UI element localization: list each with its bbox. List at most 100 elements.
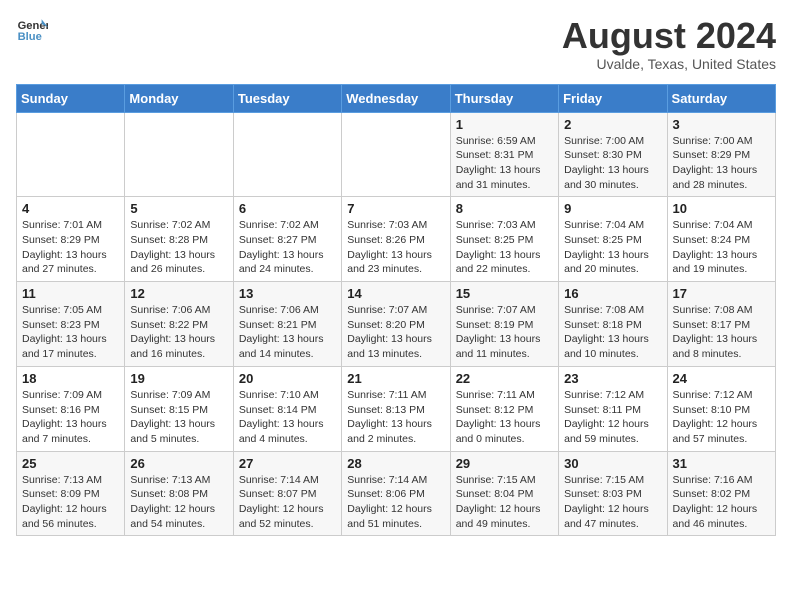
day-info: Sunrise: 7:16 AM Sunset: 8:02 PM Dayligh… xyxy=(673,473,770,532)
col-header-thursday: Thursday xyxy=(450,84,558,112)
day-info: Sunrise: 7:04 AM Sunset: 8:25 PM Dayligh… xyxy=(564,218,661,277)
day-info: Sunrise: 7:02 AM Sunset: 8:27 PM Dayligh… xyxy=(239,218,336,277)
calendar-cell: 6 Sunrise: 7:02 AM Sunset: 8:27 PM Daylig… xyxy=(233,197,341,282)
day-info: Sunrise: 7:14 AM Sunset: 8:06 PM Dayligh… xyxy=(347,473,444,532)
calendar-cell: 10 Sunrise: 7:04 AM Sunset: 8:24 PM Dayli… xyxy=(667,197,775,282)
day-number: 4 xyxy=(22,201,119,216)
calendar-week-1: 1 Sunrise: 6:59 AM Sunset: 8:31 PM Daylig… xyxy=(17,112,776,197)
day-number: 20 xyxy=(239,371,336,386)
day-info: Sunrise: 7:08 AM Sunset: 8:17 PM Dayligh… xyxy=(673,303,770,362)
day-info: Sunrise: 7:10 AM Sunset: 8:14 PM Dayligh… xyxy=(239,388,336,447)
day-info: Sunrise: 7:09 AM Sunset: 8:16 PM Dayligh… xyxy=(22,388,119,447)
calendar-cell: 22 Sunrise: 7:11 AM Sunset: 8:12 PM Dayli… xyxy=(450,366,558,451)
calendar-cell: 9Sunrise: 7:04 AM Sunset: 8:25 PM Daylig… xyxy=(559,197,667,282)
calendar-week-5: 25Sunrise: 7:13 AM Sunset: 8:09 PM Dayli… xyxy=(17,451,776,536)
day-number: 27 xyxy=(239,456,336,471)
day-info: Sunrise: 7:01 AM Sunset: 8:29 PM Dayligh… xyxy=(22,218,119,277)
day-info: Sunrise: 7:00 AM Sunset: 8:30 PM Dayligh… xyxy=(564,134,661,193)
title-block: August 2024 Uvalde, Texas, United States xyxy=(562,16,776,72)
day-info: Sunrise: 7:15 AM Sunset: 8:04 PM Dayligh… xyxy=(456,473,553,532)
day-number: 24 xyxy=(673,371,770,386)
day-number: 12 xyxy=(130,286,227,301)
calendar-body: 1 Sunrise: 6:59 AM Sunset: 8:31 PM Daylig… xyxy=(17,112,776,536)
calendar-cell: 25Sunrise: 7:13 AM Sunset: 8:09 PM Dayli… xyxy=(17,451,125,536)
day-number: 2 xyxy=(564,117,661,132)
calendar-cell: 11 Sunrise: 7:05 AM Sunset: 8:23 PM Dayli… xyxy=(17,282,125,367)
day-info: Sunrise: 7:09 AM Sunset: 8:15 PM Dayligh… xyxy=(130,388,227,447)
calendar-cell xyxy=(17,112,125,197)
day-info: Sunrise: 7:07 AM Sunset: 8:20 PM Dayligh… xyxy=(347,303,444,362)
calendar-cell: 7 Sunrise: 7:03 AM Sunset: 8:26 PM Daylig… xyxy=(342,197,450,282)
day-number: 15 xyxy=(456,286,553,301)
calendar-cell: 18 Sunrise: 7:09 AM Sunset: 8:16 PM Dayli… xyxy=(17,366,125,451)
calendar-cell xyxy=(125,112,233,197)
logo-icon: General Blue xyxy=(16,16,48,44)
day-number: 11 xyxy=(22,286,119,301)
day-number: 16 xyxy=(564,286,661,301)
day-number: 30 xyxy=(564,456,661,471)
calendar-cell: 30 Sunrise: 7:15 AM Sunset: 8:03 PM Dayli… xyxy=(559,451,667,536)
day-number: 3 xyxy=(673,117,770,132)
day-info: Sunrise: 7:14 AM Sunset: 8:07 PM Dayligh… xyxy=(239,473,336,532)
location: Uvalde, Texas, United States xyxy=(562,56,776,72)
day-number: 7 xyxy=(347,201,444,216)
calendar-cell: 13Sunrise: 7:06 AM Sunset: 8:21 PM Dayli… xyxy=(233,282,341,367)
day-info: Sunrise: 7:04 AM Sunset: 8:24 PM Dayligh… xyxy=(673,218,770,277)
day-number: 31 xyxy=(673,456,770,471)
day-info: Sunrise: 7:03 AM Sunset: 8:26 PM Dayligh… xyxy=(347,218,444,277)
day-number: 26 xyxy=(130,456,227,471)
day-number: 25 xyxy=(22,456,119,471)
day-info: Sunrise: 6:59 AM Sunset: 8:31 PM Dayligh… xyxy=(456,134,553,193)
col-header-monday: Monday xyxy=(125,84,233,112)
calendar-cell: 1 Sunrise: 6:59 AM Sunset: 8:31 PM Daylig… xyxy=(450,112,558,197)
col-header-wednesday: Wednesday xyxy=(342,84,450,112)
day-info: Sunrise: 7:13 AM Sunset: 8:08 PM Dayligh… xyxy=(130,473,227,532)
day-number: 10 xyxy=(673,201,770,216)
calendar-cell: 20 Sunrise: 7:10 AM Sunset: 8:14 PM Dayli… xyxy=(233,366,341,451)
calendar-cell: 5 Sunrise: 7:02 AM Sunset: 8:28 PM Daylig… xyxy=(125,197,233,282)
day-number: 22 xyxy=(456,371,553,386)
calendar-cell: 16 Sunrise: 7:08 AM Sunset: 8:18 PM Dayli… xyxy=(559,282,667,367)
calendar-week-3: 11 Sunrise: 7:05 AM Sunset: 8:23 PM Dayli… xyxy=(17,282,776,367)
day-number: 23 xyxy=(564,371,661,386)
day-info: Sunrise: 7:11 AM Sunset: 8:12 PM Dayligh… xyxy=(456,388,553,447)
day-info: Sunrise: 7:15 AM Sunset: 8:03 PM Dayligh… xyxy=(564,473,661,532)
calendar-cell: 31 Sunrise: 7:16 AM Sunset: 8:02 PM Dayli… xyxy=(667,451,775,536)
day-info: Sunrise: 7:07 AM Sunset: 8:19 PM Dayligh… xyxy=(456,303,553,362)
day-info: Sunrise: 7:12 AM Sunset: 8:11 PM Dayligh… xyxy=(564,388,661,447)
col-header-tuesday: Tuesday xyxy=(233,84,341,112)
day-info: Sunrise: 7:06 AM Sunset: 8:22 PM Dayligh… xyxy=(130,303,227,362)
day-info: Sunrise: 7:02 AM Sunset: 8:28 PM Dayligh… xyxy=(130,218,227,277)
day-info: Sunrise: 7:05 AM Sunset: 8:23 PM Dayligh… xyxy=(22,303,119,362)
month-title: August 2024 xyxy=(562,16,776,56)
calendar-cell: 28Sunrise: 7:14 AM Sunset: 8:06 PM Dayli… xyxy=(342,451,450,536)
day-number: 29 xyxy=(456,456,553,471)
day-info: Sunrise: 7:08 AM Sunset: 8:18 PM Dayligh… xyxy=(564,303,661,362)
calendar-cell: 3Sunrise: 7:00 AM Sunset: 8:29 PM Daylig… xyxy=(667,112,775,197)
day-info: Sunrise: 7:06 AM Sunset: 8:21 PM Dayligh… xyxy=(239,303,336,362)
calendar-cell: 14 Sunrise: 7:07 AM Sunset: 8:20 PM Dayli… xyxy=(342,282,450,367)
calendar-cell: 21Sunrise: 7:11 AM Sunset: 8:13 PM Dayli… xyxy=(342,366,450,451)
calendar-cell: 26 Sunrise: 7:13 AM Sunset: 8:08 PM Dayli… xyxy=(125,451,233,536)
day-number: 5 xyxy=(130,201,227,216)
calendar-cell xyxy=(342,112,450,197)
calendar-week-4: 18 Sunrise: 7:09 AM Sunset: 8:16 PM Dayli… xyxy=(17,366,776,451)
calendar-cell: 4 Sunrise: 7:01 AM Sunset: 8:29 PM Daylig… xyxy=(17,197,125,282)
calendar-table: SundayMondayTuesdayWednesdayThursdayFrid… xyxy=(16,84,776,537)
day-info: Sunrise: 7:12 AM Sunset: 8:10 PM Dayligh… xyxy=(673,388,770,447)
calendar-cell: 24 Sunrise: 7:12 AM Sunset: 8:10 PM Dayli… xyxy=(667,366,775,451)
calendar-cell: 8Sunrise: 7:03 AM Sunset: 8:25 PM Daylig… xyxy=(450,197,558,282)
calendar-cell: 2 Sunrise: 7:00 AM Sunset: 8:30 PM Daylig… xyxy=(559,112,667,197)
day-number: 18 xyxy=(22,371,119,386)
day-number: 14 xyxy=(347,286,444,301)
col-header-sunday: Sunday xyxy=(17,84,125,112)
page-header: General Blue August 2024 Uvalde, Texas, … xyxy=(16,16,776,72)
calendar-cell: 23 Sunrise: 7:12 AM Sunset: 8:11 PM Dayli… xyxy=(559,366,667,451)
day-number: 6 xyxy=(239,201,336,216)
day-number: 17 xyxy=(673,286,770,301)
day-number: 21 xyxy=(347,371,444,386)
calendar-cell: 17 Sunrise: 7:08 AM Sunset: 8:17 PM Dayli… xyxy=(667,282,775,367)
day-number: 1 xyxy=(456,117,553,132)
day-number: 8 xyxy=(456,201,553,216)
calendar-cell: 19Sunrise: 7:09 AM Sunset: 8:15 PM Dayli… xyxy=(125,366,233,451)
